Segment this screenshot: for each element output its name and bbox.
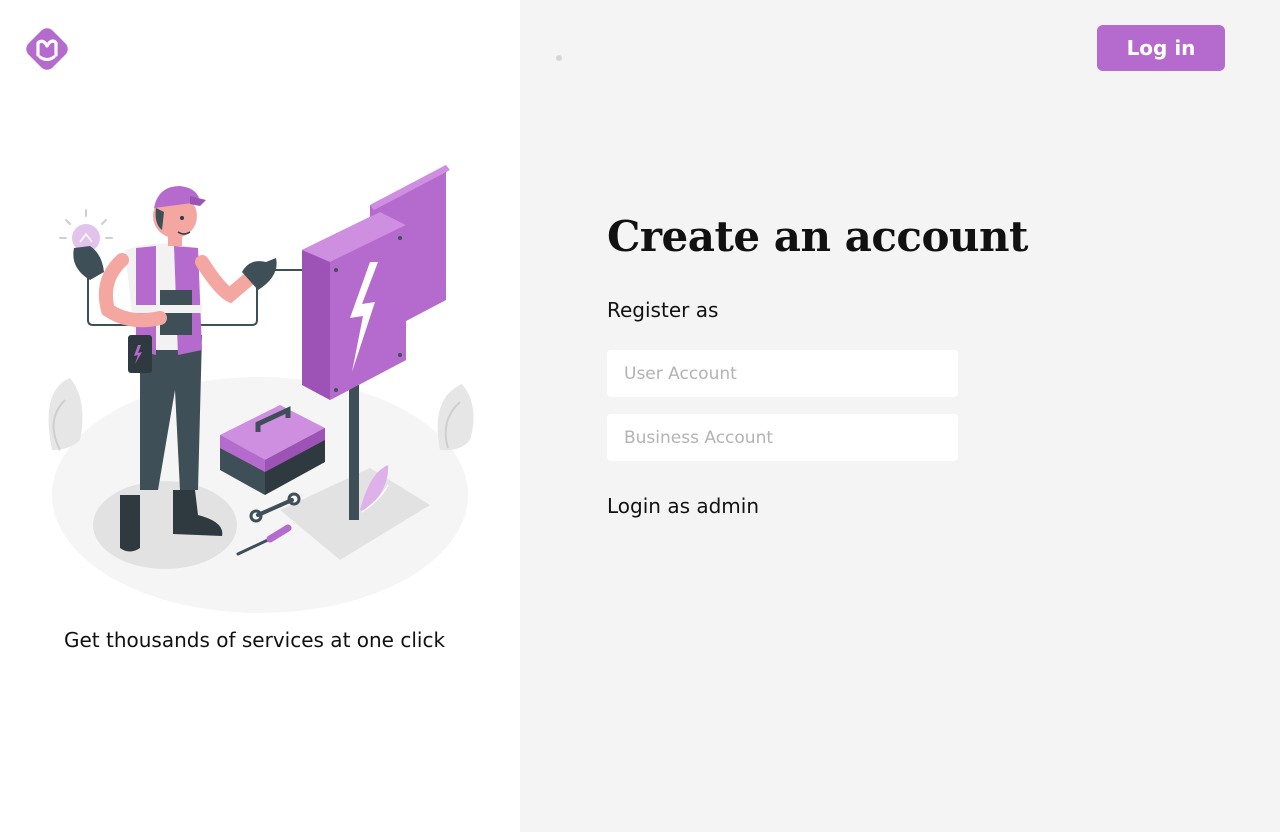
- login-button[interactable]: Log in: [1097, 25, 1225, 71]
- business-account-field[interactable]: [607, 414, 958, 461]
- left-panel: Get thousands of services at one click: [0, 0, 520, 832]
- tagline: Get thousands of services at one click: [64, 628, 446, 652]
- right-panel: Log in Create an account Register as Log…: [520, 0, 1280, 832]
- user-account-field[interactable]: [607, 350, 958, 397]
- page-title: Create an account: [607, 212, 1028, 261]
- admin-login-link[interactable]: Login as admin: [607, 494, 759, 518]
- electrician-illustration: [48, 165, 474, 613]
- decorative-dot: [556, 55, 562, 61]
- brand-logo-icon[interactable]: [22, 24, 72, 74]
- register-as-label: Register as: [607, 298, 719, 322]
